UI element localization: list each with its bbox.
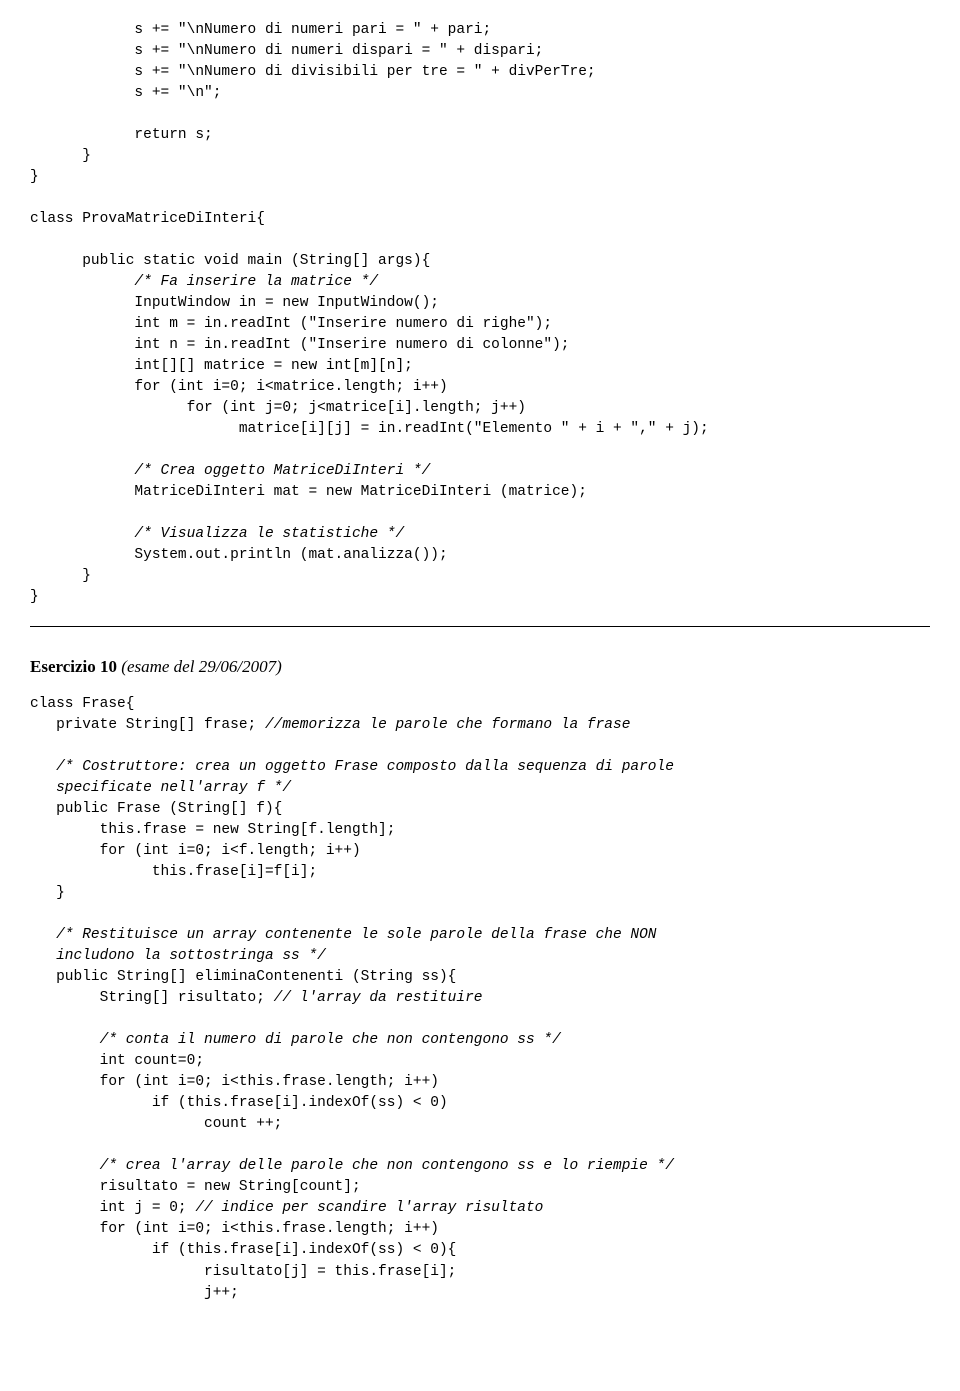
code-comment: specificate nell'array f */ [30, 780, 291, 796]
code-line: if (this.frase[i].indexOf(ss) < 0) [30, 1095, 448, 1111]
code-comment: /* Crea oggetto MatriceDiInteri */ [134, 463, 430, 479]
code-line: matrice[i][j] = in.readInt("Elemento " +… [30, 421, 709, 437]
code-line: for (int i=0; i<this.frase.length; i++) [30, 1074, 439, 1090]
code-line: s += "\n"; [30, 85, 221, 101]
code-line: int j = 0; // indice per scandire l'arra… [30, 1200, 543, 1216]
code-line: public Frase (String[] f){ [30, 801, 282, 817]
code-line: /* Costruttore: crea un oggetto Frase co… [30, 759, 674, 775]
code-line: /* Crea oggetto MatriceDiInteri */ [30, 463, 430, 479]
exercise-date: (esame del 29/06/2007) [117, 657, 282, 676]
code-line: public String[] eliminaContenenti (Strin… [30, 969, 456, 985]
code-line: for (int i=0; i<f.length; i++) [30, 843, 361, 859]
code-line: class Frase{ [30, 696, 134, 712]
code-line: /* Fa inserire la matrice */ [30, 274, 378, 290]
code-line: risultato[j] = this.frase[i]; [30, 1264, 456, 1280]
code-line: /* Restituisce un array contenente le so… [30, 927, 657, 943]
code-line: count ++; [30, 1116, 282, 1132]
code-line: if (this.frase[i].indexOf(ss) < 0){ [30, 1242, 456, 1258]
code-comment: // indice per scandire l'array risultato [195, 1200, 543, 1216]
exercise-number: Esercizio 10 [30, 657, 117, 676]
code-line: } [30, 148, 91, 164]
code-comment: /* Fa inserire la matrice */ [134, 274, 378, 290]
code-line: this.frase[i]=f[i]; [30, 864, 317, 880]
code-line: for (int i=0; i<this.frase.length; i++) [30, 1221, 439, 1237]
code-line: j++; [30, 1285, 239, 1301]
divider [30, 626, 930, 627]
code-line: s += "\nNumero di numeri pari = " + pari… [30, 22, 491, 38]
code-comment: /* crea l'array delle parole che non con… [100, 1158, 674, 1174]
code-line: } [30, 169, 39, 185]
code-comment: /* Restituisce un array contenente le so… [56, 927, 656, 943]
code-line: public static void main (String[] args){ [30, 253, 430, 269]
code-comment: // l'array da restituire [274, 990, 483, 1006]
code-line: MatriceDiInteri mat = new MatriceDiInter… [30, 484, 587, 500]
code-line: /* crea l'array delle parole che non con… [30, 1158, 674, 1174]
code-comment: includono la sottostringa ss */ [30, 948, 326, 964]
code-line: } [30, 589, 39, 605]
code-line: risultato = new String[count]; [30, 1179, 361, 1195]
exercise-heading: Esercizio 10 (esame del 29/06/2007) [30, 655, 930, 680]
code-line: private String[] frase; //memorizza le p… [30, 717, 630, 733]
code-comment: /* Costruttore: crea un oggetto Frase co… [56, 759, 674, 775]
code-line: for (int j=0; j<matrice[i].length; j++) [30, 400, 526, 416]
code-line: s += "\nNumero di divisibili per tre = "… [30, 64, 596, 80]
code-line: int m = in.readInt ("Inserire numero di … [30, 316, 552, 332]
code-line: String[] risultato; // l'array da restit… [30, 990, 482, 1006]
code-comment: /* Visualizza le statistiche */ [134, 526, 404, 542]
code-line: return s; [30, 127, 213, 143]
code-line: int count=0; [30, 1053, 204, 1069]
code-line: InputWindow in = new InputWindow(); [30, 295, 439, 311]
code-comment: /* conta il numero di parole che non con… [100, 1032, 561, 1048]
code-line: class ProvaMatriceDiInteri{ [30, 211, 265, 227]
code-line: System.out.println (mat.analizza()); [30, 547, 448, 563]
code-comment: //memorizza le parole che formano la fra… [265, 717, 630, 733]
code-line: for (int i=0; i<matrice.length; i++) [30, 379, 448, 395]
code-line: int n = in.readInt ("Inserire numero di … [30, 337, 570, 353]
code-block-1: s += "\nNumero di numeri pari = " + pari… [30, 20, 930, 608]
code-block-2: class Frase{ private String[] frase; //m… [30, 694, 930, 1303]
code-line: s += "\nNumero di numeri dispari = " + d… [30, 43, 543, 59]
code-line: } [30, 885, 65, 901]
code-line: /* conta il numero di parole che non con… [30, 1032, 561, 1048]
code-line: int[][] matrice = new int[m][n]; [30, 358, 413, 374]
code-line: /* Visualizza le statistiche */ [30, 526, 404, 542]
code-line: } [30, 568, 91, 584]
code-line: this.frase = new String[f.length]; [30, 822, 395, 838]
